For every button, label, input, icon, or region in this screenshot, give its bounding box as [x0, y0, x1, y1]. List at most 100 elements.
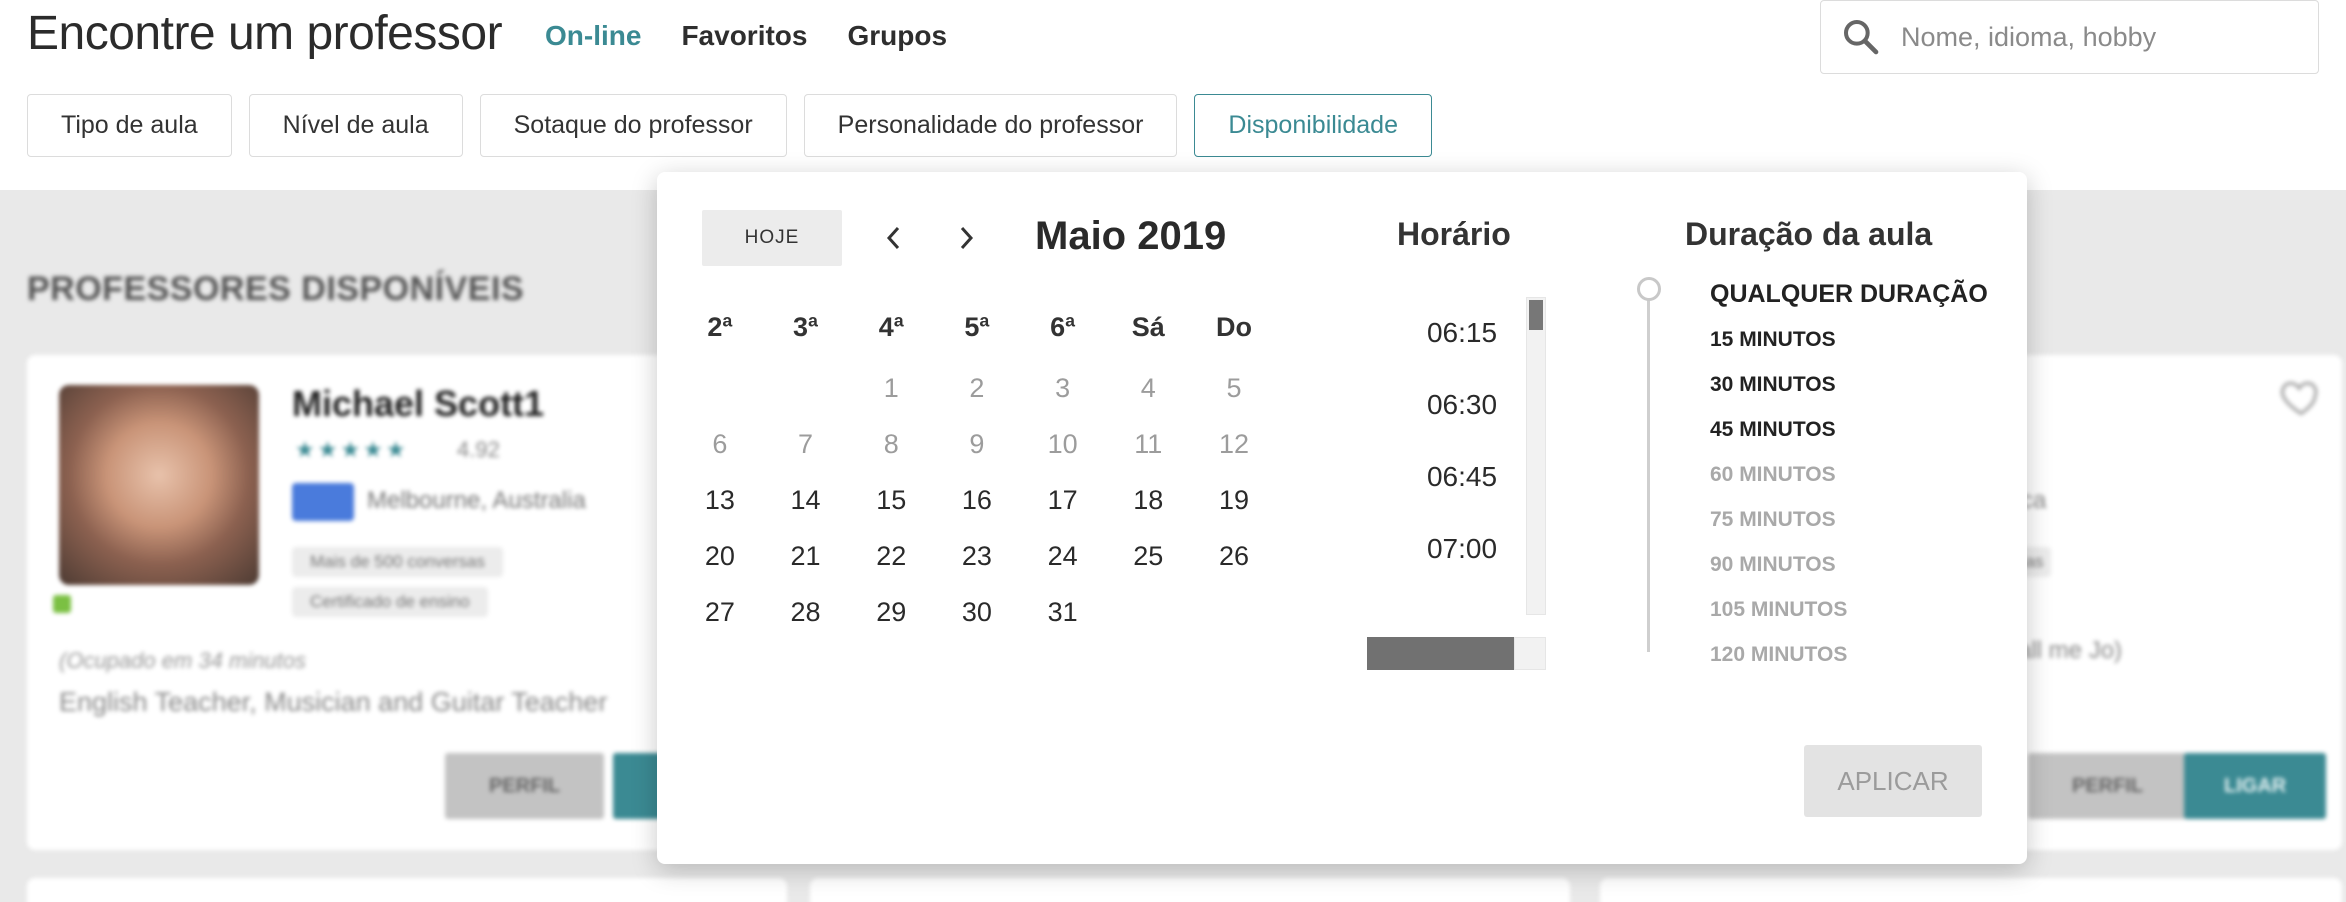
- teacher-tag: Certificado de ensino: [292, 587, 488, 617]
- nav-favorites[interactable]: Favoritos: [681, 20, 807, 52]
- calendar-week: 20 21 22 23 24 25 26: [677, 528, 1249, 584]
- page-title: Encontre um professor: [27, 7, 503, 60]
- scrollbar-corner: [1514, 637, 1546, 670]
- calendar-day[interactable]: 22: [848, 541, 934, 572]
- apply-button[interactable]: APLICAR: [1804, 745, 1982, 817]
- calendar-day[interactable]: 19: [1191, 485, 1277, 516]
- time-option[interactable]: 06:30: [1387, 369, 1537, 441]
- calendar-day-disabled: 9: [969, 428, 985, 459]
- section-heading: PROFESSORES DISPONÍVEIS: [27, 270, 525, 308]
- duration-option[interactable]: 45 MINUTOS: [1710, 407, 1988, 452]
- calendar-day[interactable]: 20: [677, 541, 763, 572]
- calendar-day-disabled: 2: [969, 372, 985, 403]
- calendar-day[interactable]: 23: [934, 541, 1020, 572]
- flag-icon: [292, 483, 354, 521]
- nav-groups[interactable]: Grupos: [847, 20, 947, 52]
- calendar-day[interactable]: 25: [1105, 541, 1191, 572]
- calendar-day[interactable]: 26: [1191, 541, 1277, 572]
- duration-option-any[interactable]: QUALQUER DURAÇÃO: [1710, 272, 1988, 317]
- calendar-day[interactable]: 24: [1020, 541, 1106, 572]
- call-button[interactable]: LIGAR: [2184, 753, 2327, 819]
- header: Encontre um professor On-line Favoritos …: [0, 0, 2346, 190]
- time-option[interactable]: 06:45: [1387, 441, 1537, 513]
- rating-stars: ★★★★★: [295, 437, 409, 462]
- calendar-day-disabled: 10: [1047, 428, 1078, 459]
- filter-class-type-button[interactable]: Tipo de aula: [27, 94, 232, 157]
- calendar-day[interactable]: 16: [934, 485, 1020, 516]
- weekday-label: Sá: [1131, 312, 1165, 342]
- calendar-day-disabled: 11: [1134, 428, 1163, 459]
- calendar-week: 1 2 3 4 5: [677, 360, 1242, 416]
- avatar: [59, 385, 259, 585]
- calendar-day[interactable]: 27: [677, 597, 763, 628]
- calendar-day[interactable]: 29: [848, 597, 934, 628]
- chevron-right-icon[interactable]: [941, 212, 991, 264]
- chevron-left-icon[interactable]: [869, 212, 919, 264]
- weekday-label: 2ª: [707, 312, 733, 342]
- search-input[interactable]: [1901, 21, 2301, 53]
- heart-icon[interactable]: [2278, 375, 2324, 419]
- weekday-header: 2ª 3ª 4ª 5ª 6ª Sá Do: [677, 312, 1252, 360]
- duration-section-title: Duração da aula: [1685, 216, 1933, 252]
- calendar-day-disabled: 12: [1218, 428, 1249, 459]
- time-option[interactable]: 07:00: [1387, 513, 1537, 585]
- duration-option-disabled: 60 MINUTOS: [1710, 463, 1836, 486]
- time-section-title: Horário: [1397, 216, 1511, 252]
- availability-popup: HOJE Maio 2019 2ª 3ª 4ª 5ª 6ª Sá Do 1 2 …: [657, 172, 2027, 864]
- teacher-name: Michael Scott1: [292, 383, 545, 424]
- calendar-day-disabled: 7: [798, 428, 814, 459]
- filter-class-level-button[interactable]: Nível de aula: [248, 94, 463, 157]
- weekday-label: 3ª: [793, 312, 819, 342]
- weekday-label: 5ª: [964, 312, 990, 342]
- calendar-day-disabled: 6: [712, 428, 728, 459]
- profile-button[interactable]: PERFIL: [2028, 753, 2188, 819]
- calendar-grid: 2ª 3ª 4ª 5ª 6ª Sá Do 1 2 3 4 5 6 7 8 9 1…: [677, 312, 1252, 640]
- time-option[interactable]: 06:15: [1387, 297, 1537, 369]
- calendar-week: 6 7 8 9 10 11 12: [677, 416, 1249, 472]
- calendar-day-disabled: 5: [1226, 372, 1242, 403]
- filter-availability-button[interactable]: Disponibilidade: [1194, 94, 1432, 157]
- duration-option-disabled: 90 MINUTOS: [1710, 553, 1836, 576]
- today-button[interactable]: HOJE: [702, 210, 842, 266]
- duration-option[interactable]: 30 MINUTOS: [1710, 362, 1988, 407]
- profile-button[interactable]: PERFIL: [445, 753, 605, 819]
- weekday-label: Do: [1215, 312, 1252, 342]
- time-scrollbar-track[interactable]: [1526, 297, 1546, 615]
- calendar-day[interactable]: 13: [677, 485, 763, 516]
- duration-option[interactable]: 15 MINUTOS: [1710, 317, 1988, 362]
- top-nav: On-line Favoritos Grupos: [545, 20, 947, 52]
- time-scrollbar-thumb[interactable]: [1529, 300, 1543, 330]
- search-box: [1820, 0, 2319, 74]
- duration-option-disabled: 120 MINUTOS: [1710, 643, 1848, 666]
- calendar-day[interactable]: 30: [934, 597, 1020, 628]
- calendar-day-disabled: 4: [1140, 372, 1156, 403]
- teacher-bio: English Teacher, Musician and Guitar Tea…: [59, 687, 608, 717]
- duration-option-disabled: 75 MINUTOS: [1710, 508, 1836, 531]
- calendar-day[interactable]: 14: [763, 485, 849, 516]
- calendar-week: 27 28 29 30 31: [677, 584, 1107, 640]
- nav-online[interactable]: On-line: [545, 20, 641, 52]
- filter-teacher-personality-button[interactable]: Personalidade do professor: [803, 94, 1178, 157]
- duration-slider-handle[interactable]: [1637, 277, 1661, 301]
- calendar-day[interactable]: 18: [1105, 485, 1191, 516]
- time-option[interactable]: 07:15: [1387, 585, 1537, 607]
- calendar-day[interactable]: 21: [763, 541, 849, 572]
- calendar-week: 13 14 15 16 17 18 19: [677, 472, 1249, 528]
- calendar-day[interactable]: 31: [1020, 597, 1106, 628]
- time-list[interactable]: 06:15 06:30 06:45 07:00 07:15: [1387, 297, 1537, 607]
- duration-slider-track[interactable]: [1647, 297, 1650, 652]
- calendar-day-disabled: 1: [883, 372, 899, 403]
- calendar-day[interactable]: 15: [848, 485, 934, 516]
- duration-options: QUALQUER DURAÇÃO 15 MINUTOS 30 MINUTOS 4…: [1710, 272, 1988, 677]
- month-title: Maio 2019: [1035, 214, 1227, 258]
- time-horizontal-scrollbar[interactable]: [1367, 637, 1514, 670]
- teacher-card: [810, 878, 1570, 902]
- weekday-label: 4ª: [878, 312, 904, 342]
- teacher-card: [27, 878, 787, 902]
- calendar-day[interactable]: 28: [763, 597, 849, 628]
- filter-teacher-accent-button[interactable]: Sotaque do professor: [479, 94, 787, 157]
- teacher-location: Melbourne, Australia: [367, 487, 586, 514]
- search-icon[interactable]: [1821, 0, 1901, 74]
- rating-value: 4.92: [457, 437, 500, 462]
- calendar-day[interactable]: 17: [1020, 485, 1106, 516]
